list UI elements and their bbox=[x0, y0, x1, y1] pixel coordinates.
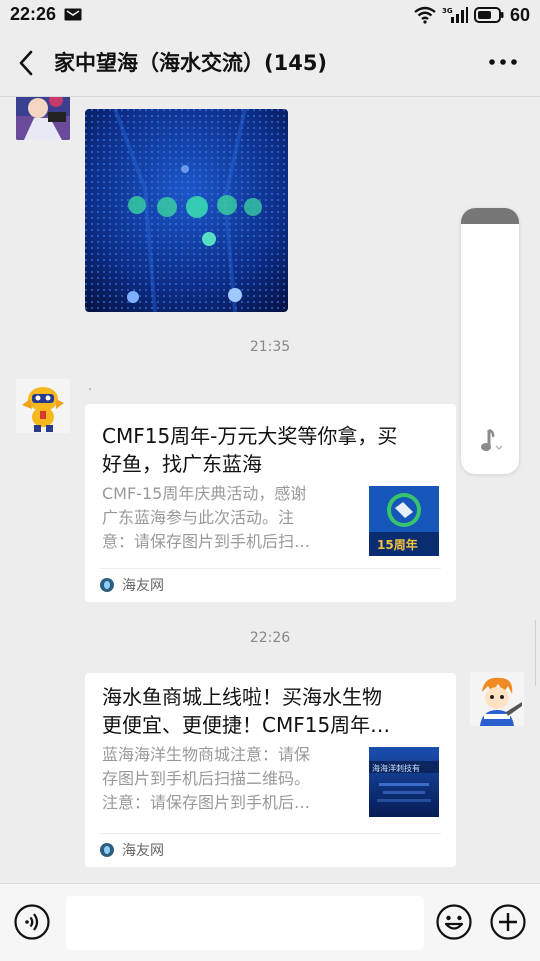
floating-music-widget[interactable] bbox=[461, 208, 519, 474]
message-notification-icon bbox=[64, 8, 82, 21]
wifi-icon bbox=[414, 6, 436, 24]
source-app-icon bbox=[100, 843, 114, 857]
message-input-bar bbox=[0, 883, 540, 961]
card-thumbnail: 海海洋刺技有 bbox=[369, 747, 439, 817]
card-description: 蓝海海洋生物商城注意：请保 存图片到手机后扫描二维码。 注意：请保存图片到手机后… bbox=[102, 745, 311, 812]
svg-text:海海洋刺技有: 海海洋刺技有 bbox=[372, 763, 420, 773]
link-card[interactable]: CMF15周年-万元大奖等你拿，买 好鱼，找广东蓝海 CMF-15周年庆典活动，… bbox=[85, 404, 456, 602]
sender-avatar[interactable] bbox=[16, 379, 70, 433]
emoji-icon[interactable] bbox=[436, 904, 472, 940]
card-source: 海友网 bbox=[100, 575, 164, 595]
scroll-indicator bbox=[535, 620, 540, 686]
4g-signal-icon: 3G bbox=[442, 7, 468, 23]
link-card[interactable]: 海水鱼商城上线啦！买海水生物 更便宜、更便捷！CMF15周年… 蓝海海洋生物商城… bbox=[85, 673, 456, 867]
message-text-input[interactable] bbox=[66, 896, 424, 950]
message-timestamp: 21:35 bbox=[249, 339, 291, 355]
back-chevron-icon[interactable] bbox=[14, 48, 40, 78]
chat-message-list[interactable]: 21:35 · CMF15周年-万元大奖等你拿，买 好鱼，找广东蓝海 CMF-1… bbox=[0, 97, 540, 883]
card-description: CMF-15周年庆典活动，感谢 广东蓝海参与此次活动。注 意：请保存图片到手机后… bbox=[102, 484, 311, 551]
status-time: 22:26 bbox=[10, 4, 57, 24]
more-dots-icon[interactable] bbox=[488, 58, 518, 66]
message-timestamp: 22:26 bbox=[249, 630, 291, 646]
image-message[interactable] bbox=[85, 109, 288, 312]
sender-name: · bbox=[88, 383, 93, 398]
voice-input-icon[interactable] bbox=[14, 904, 50, 940]
source-app-icon bbox=[100, 578, 114, 592]
widget-drag-handle[interactable] bbox=[461, 208, 519, 224]
chat-title: 家中望海（海水交流）(145) bbox=[54, 51, 328, 75]
battery-level: 60 bbox=[509, 4, 530, 25]
card-title: CMF15周年-万元大奖等你拿，买 好鱼，找广东蓝海 bbox=[102, 424, 398, 476]
card-divider bbox=[100, 568, 441, 569]
card-divider bbox=[100, 833, 441, 834]
svg-text:3G: 3G bbox=[442, 7, 453, 15]
card-title: 海水鱼商城上线啦！买海水生物 更便宜、更便捷！CMF15周年… bbox=[102, 685, 391, 737]
music-note-icon[interactable] bbox=[480, 428, 502, 454]
more-plus-icon[interactable] bbox=[490, 904, 526, 940]
self-avatar[interactable] bbox=[470, 672, 524, 726]
svg-text:15周年: 15周年 bbox=[377, 537, 418, 552]
sender-avatar[interactable] bbox=[16, 97, 70, 140]
chat-header: 家中望海（海水交流）(145) bbox=[0, 30, 540, 97]
card-thumbnail: 15周年 bbox=[369, 486, 439, 556]
card-source: 海友网 bbox=[100, 840, 164, 860]
battery-icon bbox=[473, 7, 504, 23]
status-bar: 22:26 3G 60 bbox=[0, 0, 540, 30]
